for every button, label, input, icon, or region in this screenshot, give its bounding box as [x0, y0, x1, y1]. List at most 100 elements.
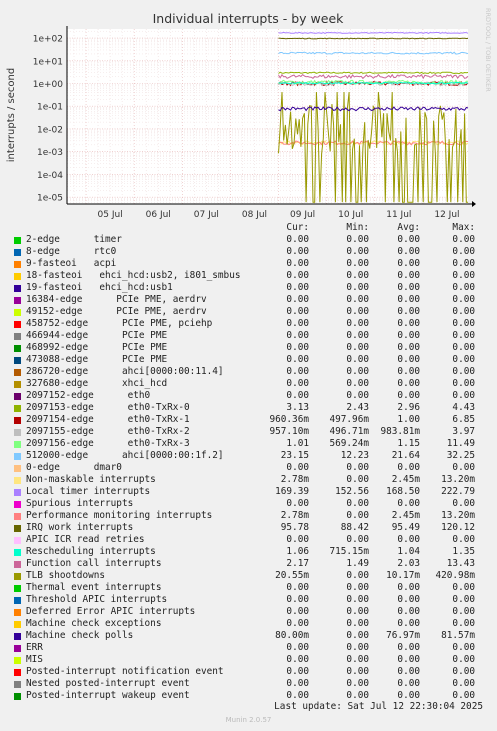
series-max: 0.00	[452, 246, 475, 257]
series-avg: 0.00	[397, 366, 420, 377]
legend-swatch	[14, 560, 21, 568]
legend-swatch	[14, 536, 21, 544]
series-min: 0.00	[346, 534, 369, 545]
series-min: 0.00	[346, 234, 369, 245]
x-tick-label: 07 Jul	[194, 210, 219, 220]
series-max: 0.00	[452, 498, 475, 509]
legend-row: 8-edge rtc0 0.00 0.00 0.00 0.00	[0, 246, 497, 258]
series-max: 0.00	[452, 462, 475, 473]
series-min: 0.00	[346, 678, 369, 689]
series-name: 2097155-edge eth0-TxRx-2	[26, 426, 190, 437]
legend-row: 327680-edge xhci_hcd 0.00 0.00 0.00 0.00	[0, 378, 497, 390]
series-min: 0.00	[346, 366, 369, 377]
legend-row: Deferred Error APIC interrupts 0.00 0.00 0.…	[0, 606, 497, 618]
series-avg: 0.00	[397, 498, 420, 509]
series-max: 13.20m	[441, 510, 475, 521]
legend-row: 9-fasteoi acpi 0.00 0.00 0.00 0.00	[0, 258, 497, 270]
legend-swatch	[14, 236, 21, 244]
series-avg: 95.49	[391, 522, 420, 533]
series-avg: 0.00	[397, 666, 420, 677]
series-min: 0.00	[346, 498, 369, 509]
series-min: 0.00	[346, 642, 369, 653]
series-avg: 1.04	[397, 546, 420, 557]
series-name: 8-edge rtc0	[26, 246, 117, 257]
series-cur: 0.00	[286, 594, 309, 605]
series-cur: 0.00	[286, 234, 309, 245]
legend-row: Nested posted-interrupt event 0.00 0.00 0.0…	[0, 678, 497, 690]
series-cur: 0.00	[286, 462, 309, 473]
legend-row: Threshold APIC interrupts 0.00 0.00 0.00 0.0…	[0, 594, 497, 606]
series-avg: 2.45m	[391, 510, 420, 521]
series-cur: 0.00	[286, 582, 309, 593]
series-cur: 1.06	[286, 546, 309, 557]
series-min: 88.42	[340, 522, 369, 533]
series-min: 12.23	[340, 450, 369, 461]
header-min: Min:	[346, 222, 369, 233]
legend-swatch	[14, 656, 21, 664]
legend-swatch	[14, 416, 21, 424]
series-avg: 0.00	[397, 606, 420, 617]
y-tick-label: 1e+01	[33, 57, 63, 67]
series-name: Local timer interrupts	[26, 486, 151, 497]
series-min: 0.00	[346, 474, 369, 485]
series-min: 569.24m	[329, 438, 369, 449]
series-cur: 0.00	[286, 318, 309, 329]
series-min: 0.00	[346, 630, 369, 641]
series-max: 0.00	[452, 354, 475, 365]
series-avg: 0.00	[397, 354, 420, 365]
legend-swatch	[14, 572, 21, 580]
series-max: 0.00	[452, 294, 475, 305]
series-cur: 0.00	[286, 618, 309, 629]
series-avg: 2.03	[397, 558, 420, 569]
series-min: 0.00	[346, 654, 369, 665]
series-cur: 169.39	[275, 486, 309, 497]
legend-swatch	[14, 404, 21, 412]
series-cur: 0.00	[286, 306, 309, 317]
series-name: 473088-edge PCIe PME	[26, 354, 168, 365]
series-max: 0.00	[452, 318, 475, 329]
series-min: 0.00	[346, 618, 369, 629]
series-name: Machine check exceptions	[26, 618, 162, 629]
series-avg: 21.64	[391, 450, 420, 461]
series-cur: 0.00	[286, 666, 309, 677]
legend-row: 2097152-edge eth0 0.00 0.00 0.00 0.00	[0, 390, 497, 402]
x-axis-arrow	[472, 201, 476, 207]
series-cur: 0.00	[286, 294, 309, 305]
x-tick-label: 09 Jul	[290, 210, 315, 220]
series-name: 9-fasteoi acpi	[26, 258, 117, 269]
series-avg: 0.00	[397, 534, 420, 545]
series-cur: 1.01	[286, 438, 309, 449]
series-avg: 2.96	[397, 402, 420, 413]
series-avg: 0.00	[397, 642, 420, 653]
legend-row: Local timer interrupts 169.39 152.56 168.50…	[0, 486, 497, 498]
x-tick-label: 12 Jul	[434, 210, 459, 220]
series-max: 11.49	[446, 438, 475, 449]
series-max: 0.00	[452, 534, 475, 545]
x-tick-label: 05 Jul	[98, 210, 123, 220]
legend-row: 2097154-edge eth0-TxRx-1 960.36m 497.96m 1.…	[0, 414, 497, 426]
series-max: 420.98m	[435, 570, 475, 581]
legend-row: Non-maskable interrupts 2.78m 0.00 2.45m 13.…	[0, 474, 497, 486]
series-name: Non-maskable interrupts	[26, 474, 156, 485]
series-min: 715.15m	[329, 546, 369, 557]
series-max: 1.35	[452, 546, 475, 557]
legend-row: 2-edge timer 0.00 0.00 0.00 0.00	[0, 234, 497, 246]
series-avg: 1.00	[397, 414, 420, 425]
series-name: 0-edge dmar0	[26, 462, 122, 473]
header-avg: Avg:	[397, 222, 420, 233]
legend-swatch	[14, 464, 21, 472]
series-cur: 0.00	[286, 330, 309, 341]
series-cur: 0.00	[286, 606, 309, 617]
series-avg: 2.45m	[391, 474, 420, 485]
series-avg: 0.00	[397, 378, 420, 389]
legend-swatch	[14, 692, 21, 700]
legend-swatch	[14, 620, 21, 628]
series-avg: 0.00	[397, 246, 420, 257]
legend-swatch	[14, 248, 21, 256]
series-avg: 0.00	[397, 306, 420, 317]
legend-swatch	[14, 596, 21, 604]
series-name: 2097153-edge eth0-TxRx-0	[26, 402, 190, 413]
series-avg: 0.00	[397, 342, 420, 353]
legend-header: Cur: Min: Avg: Max:	[0, 222, 497, 234]
series-cur: 0.00	[286, 390, 309, 401]
